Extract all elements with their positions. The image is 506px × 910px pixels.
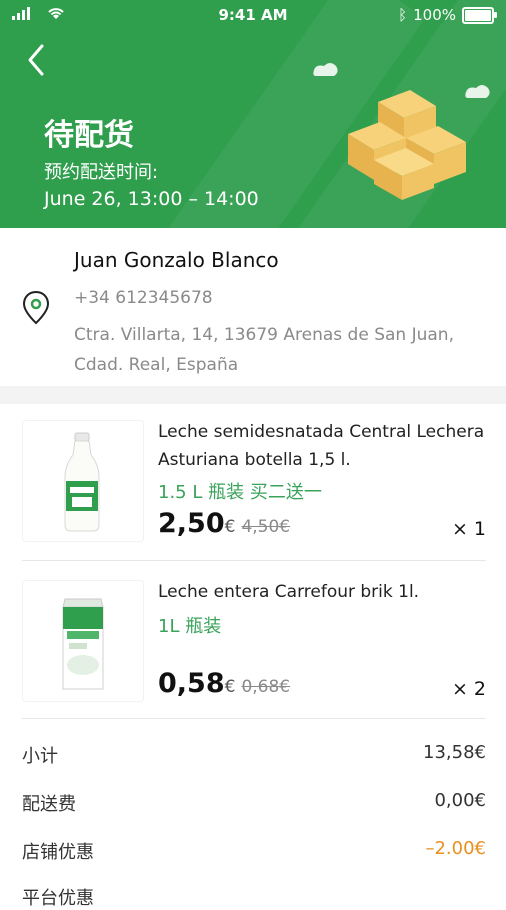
product-quantity: × 2 <box>451 678 486 700</box>
section-divider <box>0 386 506 404</box>
product-image[interactable] <box>22 580 144 702</box>
subtotal-row: 小计 13,58€ <box>22 742 486 768</box>
platform-discount-row: 平台优惠 <box>22 884 486 910</box>
back-button[interactable] <box>24 42 54 82</box>
delivery-fee-row: 配送费 0,00€ <box>22 790 486 816</box>
product-name: Leche semidesnatada Central Lechera Astu… <box>158 422 485 470</box>
product-divider <box>22 560 486 561</box>
product-divider <box>22 718 486 719</box>
milk-carton-image <box>62 598 104 690</box>
chevron-left-icon <box>28 44 44 76</box>
product-variant: 1L 瓶装 <box>158 616 222 637</box>
store-discount-row: 店铺优惠 –2.00€ <box>22 838 486 864</box>
order-status-header: 9:41 AM ᛒ 100% 待配货 预约配送时间: June 26, 13:0… <box>0 0 506 228</box>
original-price: 0,68€ <box>241 677 291 697</box>
recipient-phone: +34 612345678 <box>74 288 213 308</box>
delivery-time-value: June 26, 13:00 – 14:00 <box>44 188 259 210</box>
platform-discount-label: 平台优惠 <box>22 888 94 909</box>
price-currency: € <box>224 677 236 697</box>
original-price: 4,50€ <box>241 517 291 537</box>
order-status-title: 待配货 <box>44 118 134 153</box>
package-boxes-icon <box>348 90 466 200</box>
price-value: 0,58 <box>158 668 225 699</box>
location-pin-icon <box>22 290 50 325</box>
battery-percent: 100% <box>413 6 456 24</box>
product-price: 2,50€ 4,50€ <box>158 508 290 539</box>
product-variant: 1.5 L 瓶装 买二送一 <box>158 482 322 503</box>
bluetooth-icon: ᛒ <box>398 6 408 24</box>
subtotal-label: 小计 <box>22 746 58 767</box>
battery-icon <box>462 6 497 24</box>
delivery-fee-value: 0,00€ <box>434 790 486 811</box>
delivery-fee-label: 配送费 <box>22 794 76 815</box>
delivery-time-label: 预约配送时间: <box>44 162 159 183</box>
subtotal-value: 13,58€ <box>423 742 486 763</box>
price-currency: € <box>224 517 236 537</box>
product-price: 0,58€ 0,68€ <box>158 668 290 699</box>
recipient-name: Juan Gonzalo Blanco <box>74 248 279 272</box>
product-image[interactable] <box>22 420 144 542</box>
product-quantity: × 1 <box>451 518 486 540</box>
store-discount-value: –2.00€ <box>425 838 486 859</box>
product-name: Leche entera Carrefour brik 1l. <box>158 582 420 602</box>
store-discount-label: 店铺优惠 <box>22 842 94 863</box>
milk-bottle-image <box>64 432 100 532</box>
price-value: 2,50 <box>158 508 225 539</box>
recipient-address: Ctra. Villarta, 14, 13679 Arenas de San … <box>74 325 454 375</box>
status-right: ᛒ 100% <box>398 6 497 24</box>
status-bar: 9:41 AM ᛒ 100% <box>0 0 506 30</box>
